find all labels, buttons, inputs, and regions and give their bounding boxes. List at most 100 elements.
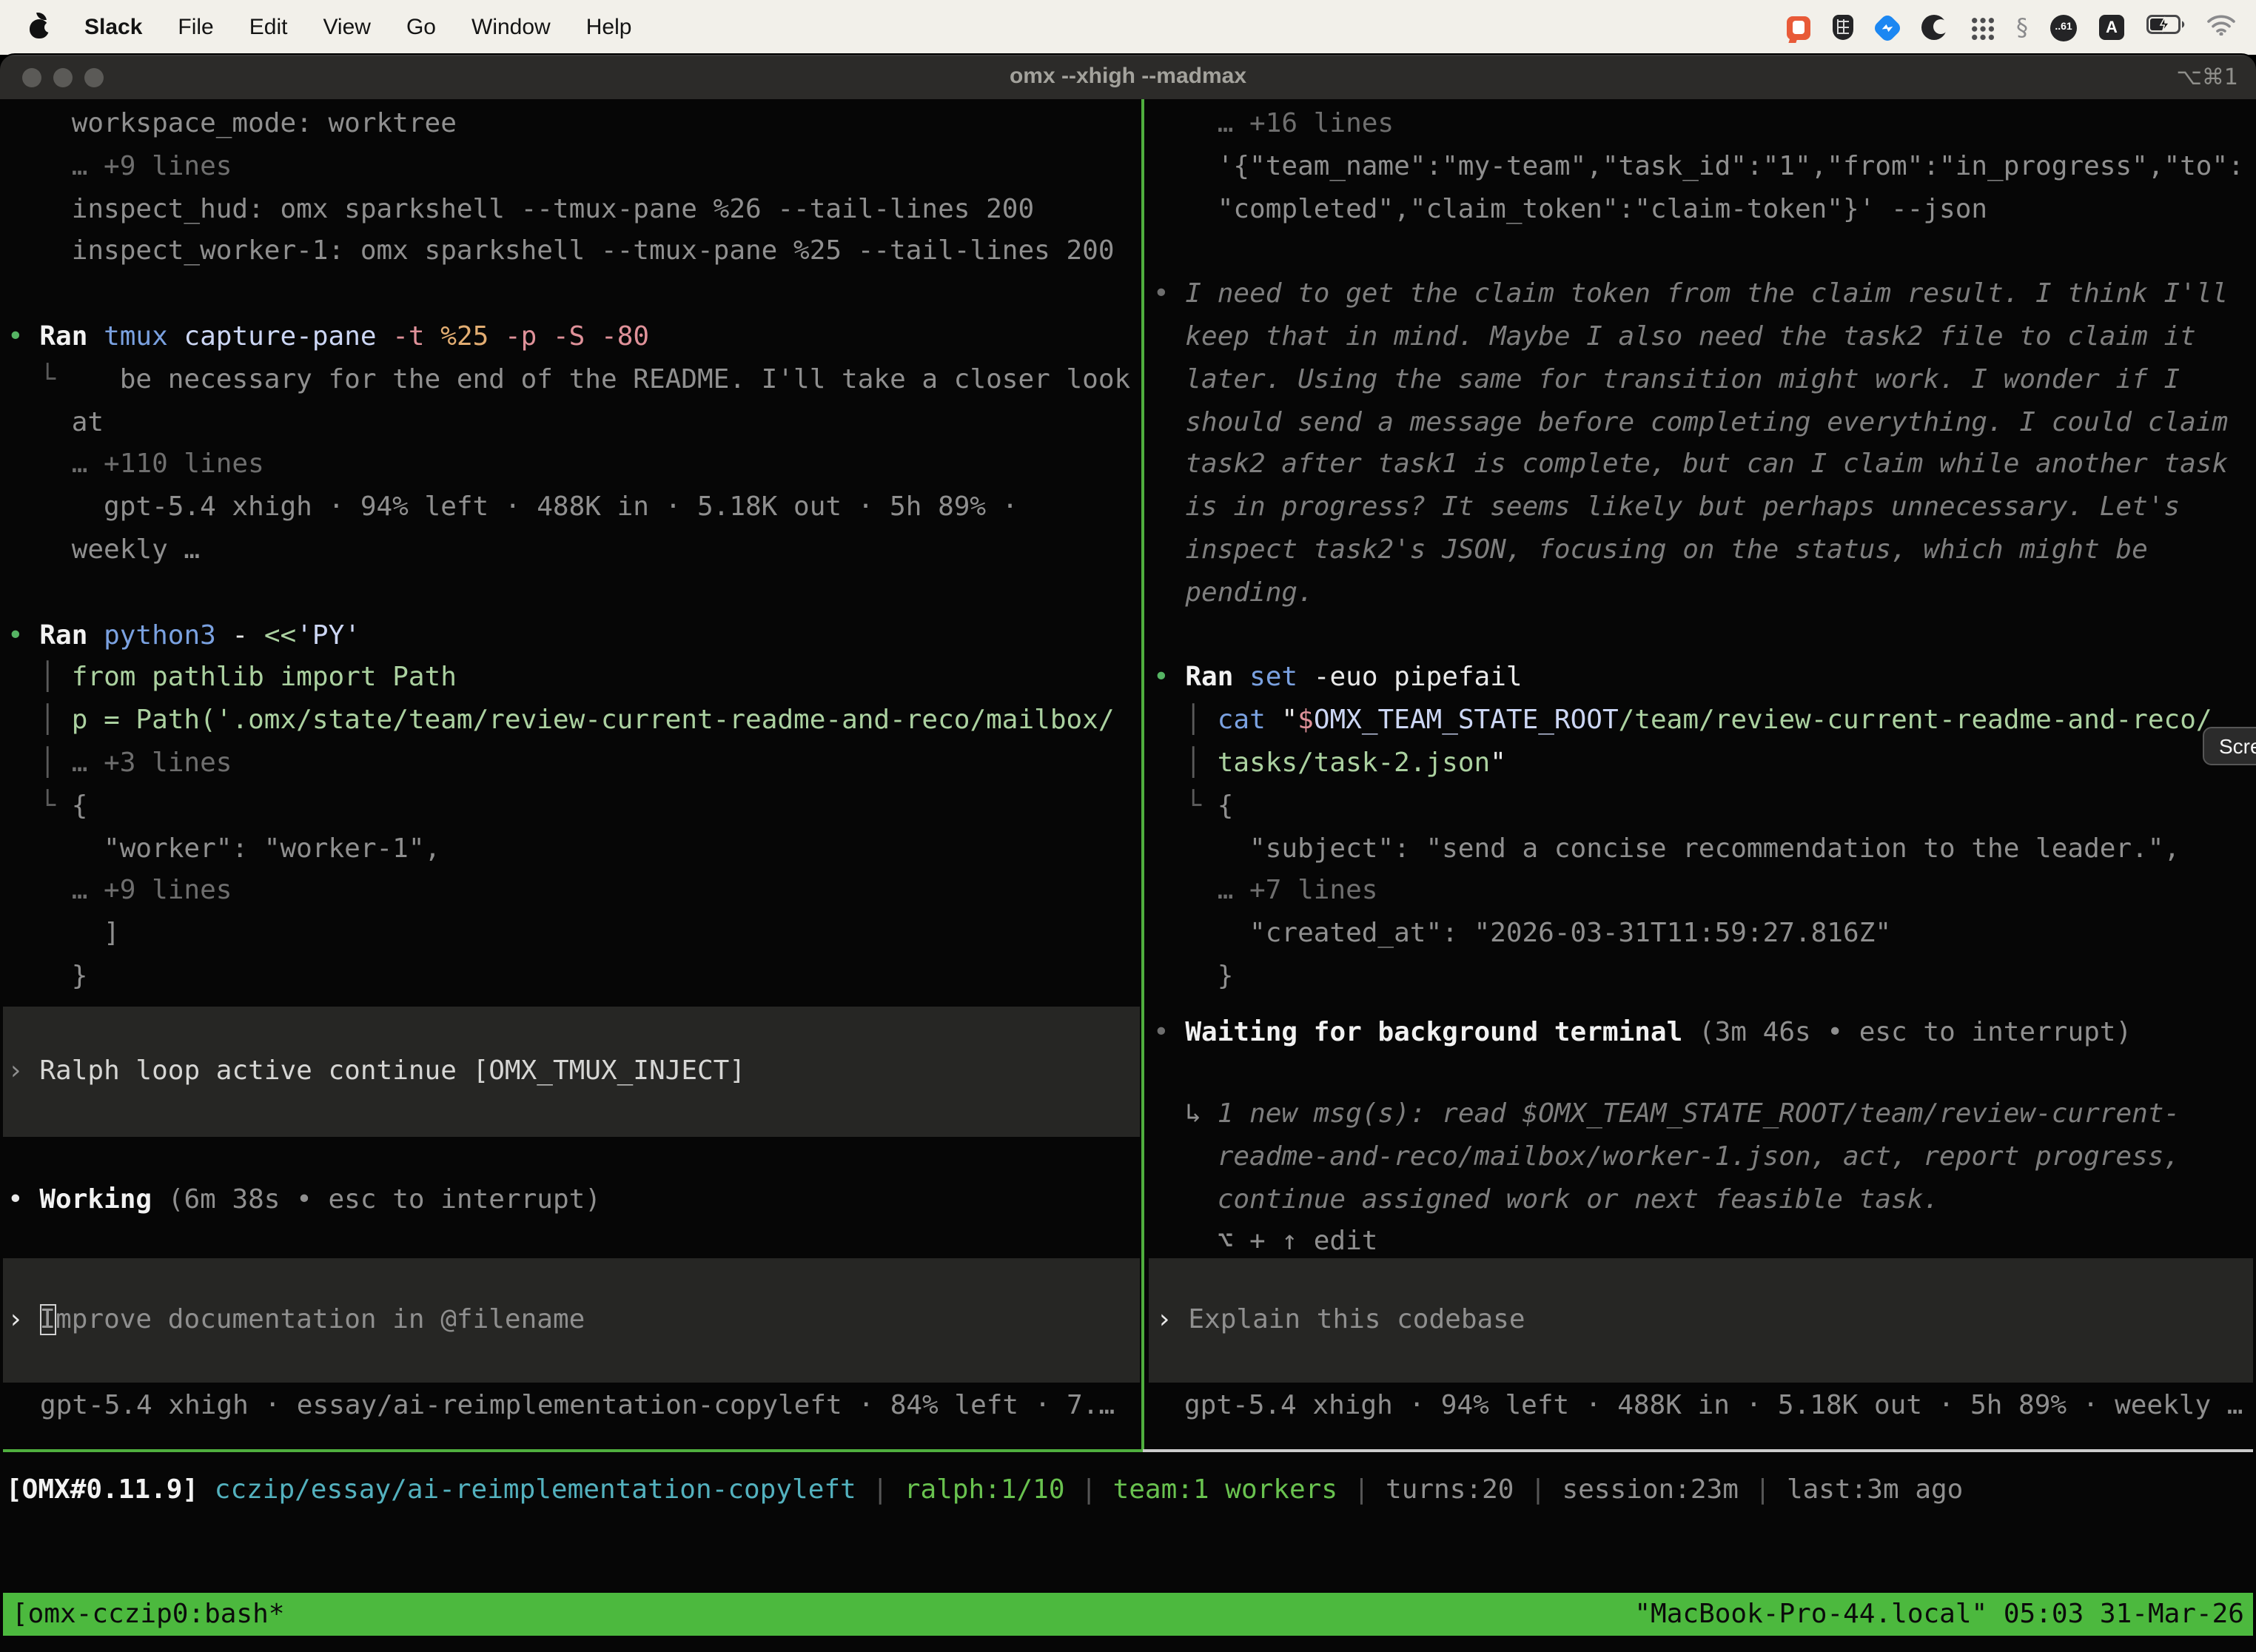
tmux-session-label: [omx-cczip0:bash* <box>12 1593 284 1636</box>
screen-tooltip: Scre <box>2203 727 2256 765</box>
terminal-line: • Ran python3 - <<'PY' <box>7 615 1130 658</box>
terminal-line: pending. <box>1153 573 2244 616</box>
terminal-scrollback: workspace_mode: worktree … +9 lines insp… <box>7 104 1130 998</box>
terminal-line: keep that in mind. Maybe I also need the… <box>1153 317 2244 360</box>
menu-item-window[interactable]: Window <box>471 15 551 40</box>
menu-bar: Slack File Edit View Go Window Help § ..… <box>0 0 2256 55</box>
terminal-line: "created_at": "2026-03-31T11:59:27.816Z" <box>1153 913 2244 956</box>
terminal-line: "subject": "send a concise recommendatio… <box>1153 828 2244 871</box>
waiting-status-line: • Waiting for background terminal (3m 46… <box>1153 1013 2132 1055</box>
model-status-line-left: gpt-5.4 xhigh · essay/ai-reimplementatio… <box>40 1386 1115 1428</box>
pane-bottom-border-left <box>3 1449 1143 1452</box>
crescent-icon[interactable] <box>1921 15 1947 40</box>
terminal-line: └ { <box>7 786 1130 829</box>
terminal-line: … +9 lines <box>7 871 1130 914</box>
mailbox-hint-block: ↳ 1 new msg(s): read $OMX_TEAM_STATE_ROO… <box>1153 1094 2180 1264</box>
working-status-line: • Working (6m 38s • esc to interrupt) <box>7 1180 601 1223</box>
terminal-line: should send a message before completing … <box>1153 402 2244 445</box>
terminal-line: workspace_mode: worktree <box>7 104 1130 147</box>
terminal-line: … +9 lines <box>7 147 1130 189</box>
dots-grid-icon[interactable] <box>1969 15 1994 40</box>
terminal-line: [omx-cczip0:bash* <box>12 1593 284 1636</box>
terminal-line: │ … +3 lines <box>7 743 1130 786</box>
window-title-bar[interactable]: omx --xhigh --madmax ⌥⌘1 <box>0 55 2256 99</box>
terminal-line: readme-and-reco/mailbox/worker-1.json, a… <box>1153 1137 2180 1180</box>
terminal-line <box>1153 615 2244 658</box>
terminal-line: › Explain this codebase <box>1156 1299 1525 1342</box>
terminal-line: └ be necessary for the end of the README… <box>7 360 1130 403</box>
prompt-input-left[interactable]: › Improve documentation in @filename <box>3 1258 1140 1383</box>
terminal-line: inspect_hud: omx sparkshell --tmux-pane … <box>7 189 1130 232</box>
screen: Slack File Edit View Go Window Help § ..… <box>0 0 2256 1652</box>
terminal-line: "worker": "worker-1", <box>7 828 1130 871</box>
menu-item-view[interactable]: View <box>323 15 371 40</box>
terminal-line: continue assigned work or next feasible … <box>1153 1179 2180 1222</box>
chat-app-icon[interactable] <box>1787 16 1810 39</box>
input-source-icon[interactable]: A <box>2099 15 2124 40</box>
omx-status-line: [OMX#0.11.9] cczip/essay/ai-reimplementa… <box>6 1470 1963 1513</box>
apple-menu-icon[interactable] <box>30 19 49 38</box>
terminal-line: '{"team_name":"my-team","task_id":"1","f… <box>1153 147 2244 189</box>
terminal-line: › Improve documentation in @filename <box>7 1299 585 1342</box>
window-title: omx --xhigh --madmax <box>0 55 2256 99</box>
terminal-line: • I need to get the claim token from the… <box>1153 274 2244 317</box>
terminal-line: later. Using the same for transition mig… <box>1153 360 2244 403</box>
terminal-line: } <box>7 956 1130 999</box>
terminal-line: inspect_worker-1: omx sparkshell --tmux-… <box>7 232 1130 275</box>
tmux-host-clock-label: "MacBook-Pro-44.local" 05:03 31-Mar-26 <box>1634 1593 2244 1636</box>
terminal-line: › Ralph loop active continue [OMX_TMUX_I… <box>7 1050 745 1093</box>
terminal-line: gpt-5.4 xhigh · 94% left · 488K in · 5.1… <box>1184 1386 2243 1428</box>
menu-item-file[interactable]: File <box>178 15 213 40</box>
terminal-line: weekly … <box>7 530 1130 573</box>
messenger-icon[interactable] <box>1872 12 1903 43</box>
terminal-line: [OMX#0.11.9] cczip/essay/ai-reimplementa… <box>6 1470 1963 1513</box>
wifi-icon[interactable] <box>2207 14 2235 41</box>
terminal-line: … +16 lines <box>1153 104 2244 147</box>
terminal-line: at <box>7 402 1130 445</box>
terminal-line: is in progress? It seems likely but perh… <box>1153 487 2244 530</box>
terminal-line: gpt-5.4 xhigh · 94% left · 488K in · 5.1… <box>7 487 1130 530</box>
squiggle-icon[interactable]: § <box>2016 15 2028 40</box>
tmux-status-bar: [omx-cczip0:bash* "MacBook-Pro-44.local"… <box>3 1593 2253 1636</box>
menu-item-edit[interactable]: Edit <box>249 15 288 40</box>
terminal-line: … +7 lines <box>1153 871 2244 914</box>
terminal-line: │ p = Path('.omx/state/team/review-curre… <box>7 700 1130 743</box>
pane-divider[interactable] <box>1141 99 1144 1449</box>
terminal-line: │ from pathlib import Path <box>7 658 1130 701</box>
terminal-line: • Waiting for background terminal (3m 46… <box>1153 1013 2132 1055</box>
terminal-line: … +110 lines <box>7 445 1130 488</box>
menu-status-icons: § ..61 A <box>1787 14 2256 41</box>
terminal-line: inspect task2's JSON, focusing on the st… <box>1153 530 2244 573</box>
menu-item-help[interactable]: Help <box>586 15 632 40</box>
shield-icon[interactable] <box>1833 15 1853 40</box>
terminal-line: └ { <box>1153 786 2244 829</box>
terminal-line: • Ran tmux capture-pane -t %25 -p -S -80 <box>7 317 1130 360</box>
window-shortcut-badge: ⌥⌘1 <box>2176 55 2238 99</box>
terminal-content: workspace_mode: worktree … +9 lines insp… <box>0 99 2256 1652</box>
terminal-scrollback: … +16 lines '{"team_name":"my-team","tas… <box>1153 104 2244 998</box>
model-status-line-right: gpt-5.4 xhigh · 94% left · 488K in · 5.1… <box>1184 1386 2243 1428</box>
menu-item-slack[interactable]: Slack <box>84 15 142 40</box>
badge-61-icon[interactable]: ..61 <box>2050 14 2077 41</box>
terminal-line: │ tasks/task-2.json" <box>1153 743 2244 786</box>
terminal-line <box>7 274 1130 317</box>
terminal-line: task2 after task1 is complete, but can I… <box>1153 445 2244 488</box>
terminal-line: "MacBook-Pro-44.local" 05:03 31-Mar-26 <box>1634 1593 2244 1636</box>
terminal-line <box>7 573 1130 616</box>
prompt-input-right[interactable]: › Explain this codebase <box>1149 1258 2253 1383</box>
terminal-line: • Ran set -euo pipefail <box>1153 658 2244 701</box>
terminal-line: gpt-5.4 xhigh · essay/ai-reimplementatio… <box>40 1386 1115 1428</box>
terminal-line: │ cat "$OMX_TEAM_STATE_ROOT/team/review-… <box>1153 700 2244 743</box>
ralph-loop-banner: › Ralph loop active continue [OMX_TMUX_I… <box>3 1007 1140 1137</box>
terminal-window: omx --xhigh --madmax ⌥⌘1 workspace_mode:… <box>0 55 2256 1652</box>
battery-icon[interactable] <box>2146 15 2185 40</box>
pane-bottom-border-right <box>1143 1449 2253 1452</box>
terminal-line: ] <box>7 913 1130 956</box>
menu-left: Slack File Edit View Go Window Help <box>0 15 631 40</box>
terminal-line: } <box>1153 956 2244 999</box>
terminal-line <box>1153 232 2244 275</box>
menu-item-go[interactable]: Go <box>406 15 436 40</box>
terminal-line: • Working (6m 38s • esc to interrupt) <box>7 1180 601 1223</box>
terminal-line: ↳ 1 new msg(s): read $OMX_TEAM_STATE_ROO… <box>1153 1094 2180 1137</box>
terminal-line: "completed","claim_token":"claim-token"}… <box>1153 189 2244 232</box>
